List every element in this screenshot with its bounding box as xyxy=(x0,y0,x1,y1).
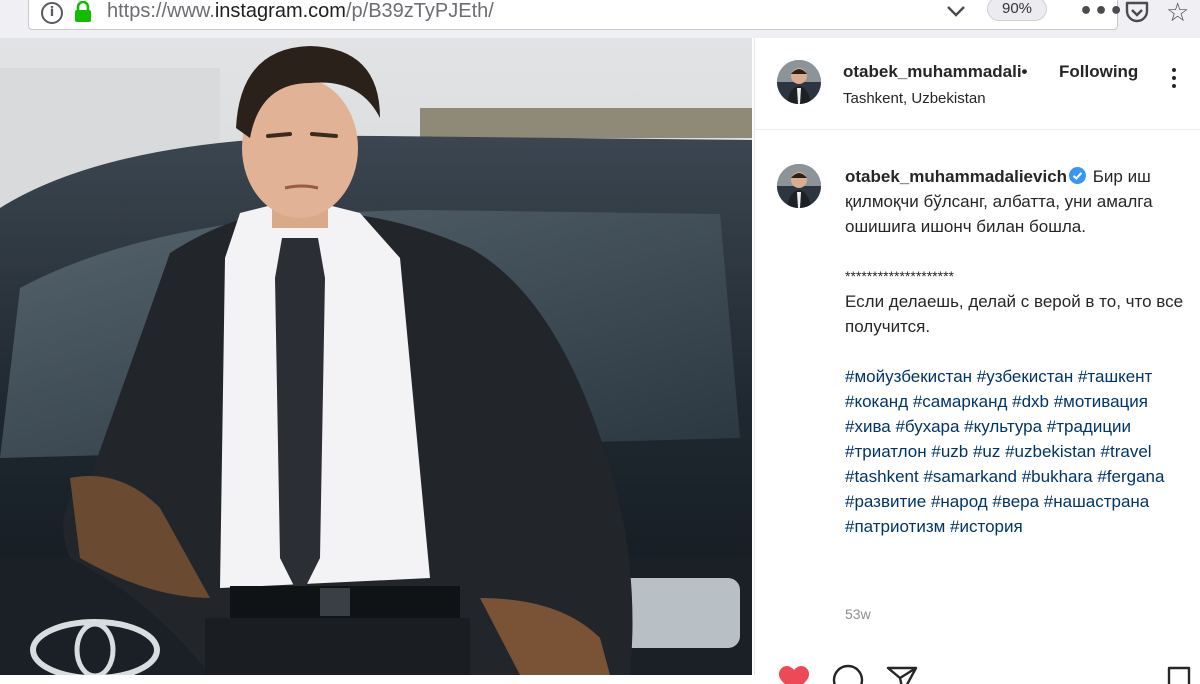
post-header: otabek_muhammadali• Following Tashkent, … xyxy=(755,38,1200,130)
browser-toolbar: i https://www.instagram.com/p/B39zTyPJEt… xyxy=(0,0,1200,38)
verified-badge-icon xyxy=(1069,167,1087,184)
more-options-icon[interactable] xyxy=(1171,68,1177,92)
more-dots-icon[interactable]: ••• xyxy=(1079,0,1124,24)
post-caption: otabek_muhammadalievich Бир иш қилмоқчи … xyxy=(845,164,1185,539)
location-link[interactable]: Tashkent, Uzbekistan xyxy=(843,90,986,107)
lock-icon[interactable] xyxy=(73,1,93,23)
pocket-icon[interactable] xyxy=(1124,0,1150,24)
info-icon[interactable]: i xyxy=(41,2,63,24)
star-icon[interactable]: ☆ xyxy=(1166,0,1189,28)
avatar-image xyxy=(777,164,821,208)
post-timestamp[interactable]: 53w xyxy=(845,606,871,622)
url-text[interactable]: https://www.instagram.com/p/B39zTyPJEth/ xyxy=(107,0,494,23)
post-side-panel: otabek_muhammadali• Following Tashkent, … xyxy=(754,38,1200,684)
url-path: /p/B39zTyPJEth/ xyxy=(345,0,494,22)
url-host: instagram.com xyxy=(214,0,346,22)
header-username[interactable]: otabek_muhammadali• xyxy=(843,62,1039,82)
following-button[interactable]: Following xyxy=(1059,62,1138,82)
post-actions xyxy=(755,660,1200,684)
caption-divider: ******************** xyxy=(845,268,954,284)
heart-icon[interactable] xyxy=(777,664,811,684)
avatar-image xyxy=(777,60,821,104)
caption-hashtags[interactable]: #мойузбекистан #узбекистан #ташкент #кок… xyxy=(845,364,1185,539)
chevron-down-icon[interactable] xyxy=(945,3,967,19)
address-bar[interactable]: i https://www.instagram.com/p/B39zTyPJEt… xyxy=(28,0,1123,30)
post-image xyxy=(0,38,752,675)
zoom-level-button[interactable]: 90% xyxy=(987,0,1047,21)
post-photo[interactable] xyxy=(0,38,752,675)
avatar[interactable] xyxy=(777,60,821,104)
share-icon[interactable] xyxy=(885,664,919,684)
caption-username[interactable]: otabek_muhammadalievich xyxy=(845,167,1067,186)
save-bookmark-icon[interactable] xyxy=(1165,664,1193,684)
caption-avatar[interactable] xyxy=(777,164,821,208)
comment-icon[interactable] xyxy=(831,664,865,684)
url-prefix: https://www. xyxy=(107,0,215,22)
caption-text-ru: Если делаешь, делай с верой в то, что вс… xyxy=(845,292,1184,336)
